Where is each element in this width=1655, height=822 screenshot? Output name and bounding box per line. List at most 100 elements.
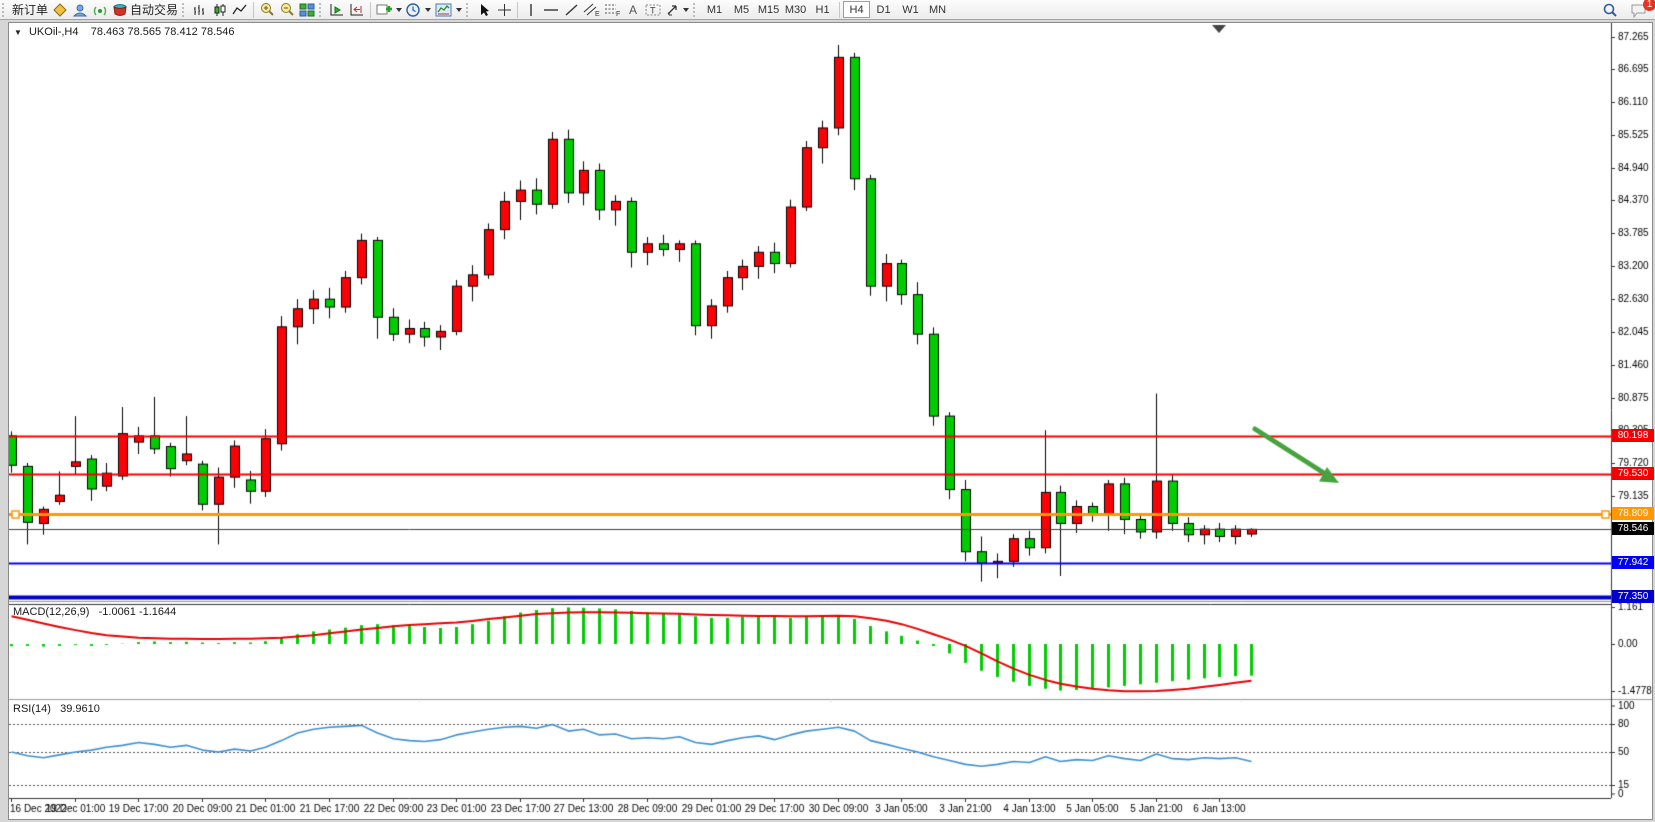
main-toolbar: 新订单 自动交易 xyxy=(0,0,1655,20)
zoom-out-icon xyxy=(279,2,295,17)
cursor-icon xyxy=(478,3,491,17)
indicators-add-icon xyxy=(376,3,392,17)
chart-title-collapse-icon[interactable]: ▼ xyxy=(14,28,22,37)
text-label-icon: T xyxy=(645,3,661,17)
bar-chart-button[interactable] xyxy=(190,1,210,19)
search-icon xyxy=(1602,3,1618,18)
vertical-line-icon xyxy=(526,3,536,17)
toolbar-drag-handle[interactable] xyxy=(182,3,186,17)
equidistant-channel-icon: E xyxy=(583,2,600,17)
crosshair-button[interactable] xyxy=(494,1,514,19)
arrows-icon xyxy=(665,3,679,17)
text-tool-button[interactable]: A xyxy=(623,1,643,19)
timeframe-h1-button[interactable]: H1 xyxy=(809,1,836,18)
rsi-value: 39.9610 xyxy=(60,703,100,715)
horizontal-line-tool-button[interactable] xyxy=(541,1,561,19)
gold-button[interactable] xyxy=(50,1,70,19)
autotrade-button[interactable]: 自动交易 xyxy=(110,1,180,19)
vertical-line-tool-button[interactable] xyxy=(521,1,541,19)
notification-badge: 1 xyxy=(1643,0,1655,11)
svg-text:F: F xyxy=(616,11,620,17)
zoom-in-button[interactable] xyxy=(257,1,277,19)
toolbar-separator xyxy=(253,2,254,18)
svg-text:T: T xyxy=(650,5,656,15)
channel-tool-button[interactable]: E xyxy=(581,1,602,19)
arrows-tool-button[interactable] xyxy=(663,1,691,19)
current-price-badge: 78.546 xyxy=(1612,522,1654,535)
chart-symbol-period: UKOil-,H4 xyxy=(29,26,79,38)
timeframe-w1-button[interactable]: W1 xyxy=(897,1,924,18)
template-icon xyxy=(435,3,452,17)
autotrade-label: 自动交易 xyxy=(130,1,178,18)
horizontal-line-icon xyxy=(543,3,559,17)
autotrade-icon xyxy=(112,3,128,17)
zoom-in-icon xyxy=(259,2,275,17)
level-price-badge: 80.198 xyxy=(1612,429,1654,442)
community-button[interactable] xyxy=(70,1,90,19)
tile-windows-icon xyxy=(299,3,315,17)
timeframe-mn-button[interactable]: MN xyxy=(924,1,951,18)
rsi-name: RSI(14) xyxy=(13,703,51,715)
fibonacci-tool-button[interactable]: F xyxy=(602,1,623,19)
toolbar-drag-handle[interactable] xyxy=(693,3,697,17)
svg-text:A: A xyxy=(629,3,637,17)
toolbar-drag-handle[interactable] xyxy=(466,3,470,17)
toolbar-separator xyxy=(517,2,518,18)
label-tool-button[interactable]: T xyxy=(643,1,663,19)
level-price-badge: 79.530 xyxy=(1612,467,1654,480)
chart-title: ▼ UKOil-,H4 78.463 78.565 78.412 78.546 xyxy=(14,26,235,38)
macd-values: -1.0061 -1.1644 xyxy=(99,606,177,618)
person-icon xyxy=(73,3,88,17)
chevron-down-icon xyxy=(456,8,462,12)
timeframe-m1-button[interactable]: M1 xyxy=(701,1,728,18)
trendline-tool-button[interactable] xyxy=(561,1,581,19)
bar-chart-icon xyxy=(193,3,208,17)
signals-button[interactable] xyxy=(90,1,110,19)
chat-button[interactable]: 1 xyxy=(1628,1,1649,19)
toolbar-separator xyxy=(370,2,371,18)
timeframe-d1-button[interactable]: D1 xyxy=(870,1,897,18)
crosshair-icon xyxy=(497,3,512,17)
toolbar-drag-handle[interactable] xyxy=(319,3,323,17)
rsi-indicator-label: RSI(14) 39.9610 xyxy=(13,703,100,715)
chevron-down-icon xyxy=(396,8,402,12)
zoom-out-button[interactable] xyxy=(277,1,297,19)
toolbar-separator xyxy=(839,2,840,18)
gold-icon xyxy=(53,3,68,17)
chart-shift-button[interactable] xyxy=(347,1,367,19)
level-price-badge: 78.809 xyxy=(1612,507,1654,520)
trendline-icon xyxy=(564,3,579,17)
auto-scroll-icon xyxy=(329,3,345,17)
line-chart-icon xyxy=(232,3,248,17)
chevron-down-icon xyxy=(425,8,431,12)
indicators-button[interactable] xyxy=(374,1,404,19)
chart-shift-icon xyxy=(349,3,365,17)
signal-icon xyxy=(92,3,108,17)
level-price-badge: 77.350 xyxy=(1612,590,1654,603)
fibonacci-icon: F xyxy=(604,2,621,17)
new-order-button[interactable]: 新订单 xyxy=(10,1,50,19)
text-icon: A xyxy=(627,3,640,17)
search-button[interactable] xyxy=(1600,1,1620,19)
macd-indicator-label: MACD(12,26,9) -1.0061 -1.1644 xyxy=(13,606,176,618)
timeframe-m5-button[interactable]: M5 xyxy=(728,1,755,18)
chart-ohlc-values: 78.463 78.565 78.412 78.546 xyxy=(91,26,235,38)
timeframe-m15-button[interactable]: M15 xyxy=(755,1,782,18)
auto-scroll-button[interactable] xyxy=(327,1,347,19)
tile-windows-button[interactable] xyxy=(297,1,317,19)
chart-window: ▼ UKOil-,H4 78.463 78.565 78.412 78.546 … xyxy=(8,22,1653,820)
timeframe-m30-button[interactable]: M30 xyxy=(782,1,809,18)
macd-name: MACD(12,26,9) xyxy=(13,606,89,618)
chevron-down-icon xyxy=(683,8,689,12)
timeframe-h4-button[interactable]: H4 xyxy=(843,1,870,18)
candlestick-chart-button[interactable] xyxy=(210,1,230,19)
chart-canvas[interactable] xyxy=(9,23,1652,819)
line-chart-button[interactable] xyxy=(230,1,250,19)
level-price-badge: 77.942 xyxy=(1612,556,1654,569)
toolbar-drag-handle[interactable] xyxy=(2,3,6,17)
candlestick-chart-icon xyxy=(213,3,228,17)
svg-text:E: E xyxy=(595,11,600,17)
periods-button[interactable] xyxy=(404,1,433,19)
templates-button[interactable] xyxy=(433,1,464,19)
cursor-button[interactable] xyxy=(474,1,494,19)
